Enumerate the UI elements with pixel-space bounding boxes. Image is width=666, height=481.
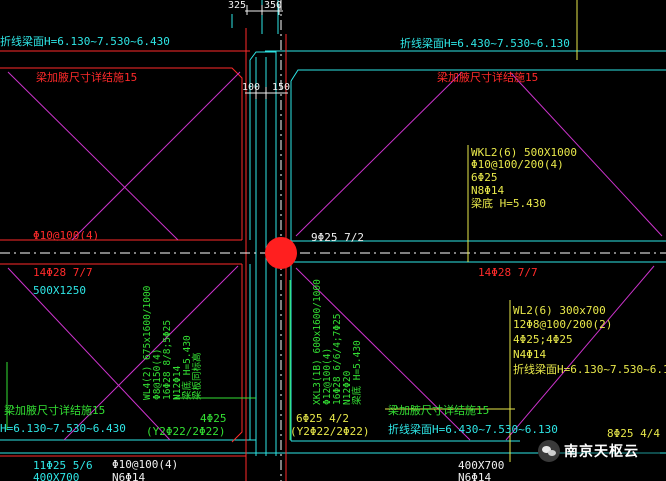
rebar-4phi25-label: 4Φ25 xyxy=(200,412,227,425)
dim-325: 325 xyxy=(228,0,246,11)
mid-rebar-label: 9Φ25 7/2 xyxy=(311,231,364,244)
xkl3-line-5: 梁底 H=5.430 xyxy=(351,340,363,405)
right-bottom-rebar-label: 14Φ28 7/7 xyxy=(478,266,538,279)
wkl2-line-4: N8Φ14 xyxy=(471,184,504,197)
wkl2-annotation: WKL2(6) 500X1000 Φ10@100/200(4) 6Φ25 N8Φ… xyxy=(471,146,577,210)
haunch-note-top-right: 梁加腋尺寸详结施15 xyxy=(437,70,538,84)
cad-drawing: 325 350 100 150 折线梁面H=6.130~7.530~6.430 … xyxy=(0,0,666,481)
wl2-line-3: 4Φ25;4Φ25 xyxy=(513,333,573,346)
bottom-n6-left: N6Φ14 xyxy=(112,471,145,481)
wl2-line-5: 折线梁面H=6.130~7.530~6.130 xyxy=(513,362,666,376)
wkl2-line-2: Φ10@100/200(4) xyxy=(471,158,564,171)
top-right-slope-label: 折线梁面H=6.430~7.530~6.130 xyxy=(400,36,570,50)
dim-100: 100 xyxy=(242,82,260,93)
left-stirrup-label: Φ10@100(4) xyxy=(33,229,99,242)
wl2-line-4: N4Φ14 xyxy=(513,348,546,361)
haunch-note-bottom-left: 梁加腋尺寸详结施15 xyxy=(4,403,105,417)
wl2-line-1: WL2(6) 300x700 xyxy=(513,304,606,317)
wl4-annotation: WL4(2) 675x1600/1000 Φ8@150(4) 16Φ28 8/8… xyxy=(142,285,203,400)
wl4-line-6: 梁板同标高 xyxy=(191,352,203,400)
left-section-label: 500X1250 xyxy=(33,284,86,297)
wl2-annotation: WL2(6) 300x700 12Φ8@100/200(2) 4Φ25;4Φ25… xyxy=(513,304,666,376)
wkl2-line-5: 梁底 H=5.430 xyxy=(471,196,546,210)
yellow-leaders xyxy=(385,0,578,462)
top-left-slope-label: 折线梁面H=6.130~7.530~6.430 xyxy=(0,34,170,48)
wl2-line-2: 12Φ8@100/200(2) xyxy=(513,318,612,331)
bottom-stirrup-label: Φ10@100(4) xyxy=(112,458,178,471)
watermark-text: 南京天枢云 xyxy=(564,444,639,460)
haunch-note-top-left: 梁加腋尺寸详结施15 xyxy=(36,70,137,84)
bottom-section-left: 400X700 xyxy=(33,471,79,481)
watermark: 南京天枢云 xyxy=(538,438,660,464)
rebar-y2-mid-label: (Y2Φ22/2Φ22) xyxy=(290,425,369,438)
wkl2-line-3: 6Φ25 xyxy=(471,171,498,184)
left-bottom-rebar-label: 14Φ28 7/7 xyxy=(33,266,93,279)
highlight-marker xyxy=(265,237,297,269)
bottom-left-slope-label: H=6.130~7.530~6.430 xyxy=(0,422,126,435)
rebar-y2-left-label: (Y2Φ22/2Φ22) xyxy=(146,425,225,438)
rebar-6phi25-label: 6Φ25 4/2 xyxy=(296,412,349,425)
cad-drawing-viewport[interactable]: 325 350 100 150 折线梁面H=6.130~7.530~6.430 … xyxy=(0,0,666,481)
haunch-note-bottom-right: 梁加腋尺寸详结施15 xyxy=(388,403,489,417)
dim-150: 150 xyxy=(272,82,290,93)
wechat-logo-icon xyxy=(538,440,560,462)
xkl3-annotation: XKL3(1B) 600x1600/1000 Φ12@100(4) 16Φ28 … xyxy=(312,279,363,405)
bottom-n6-mid: N6Φ14 xyxy=(458,471,491,481)
bottom-mid-slope-label: 折线梁面H=6.430~7.530~6.130 xyxy=(388,422,558,436)
dim-350: 350 xyxy=(264,0,282,11)
